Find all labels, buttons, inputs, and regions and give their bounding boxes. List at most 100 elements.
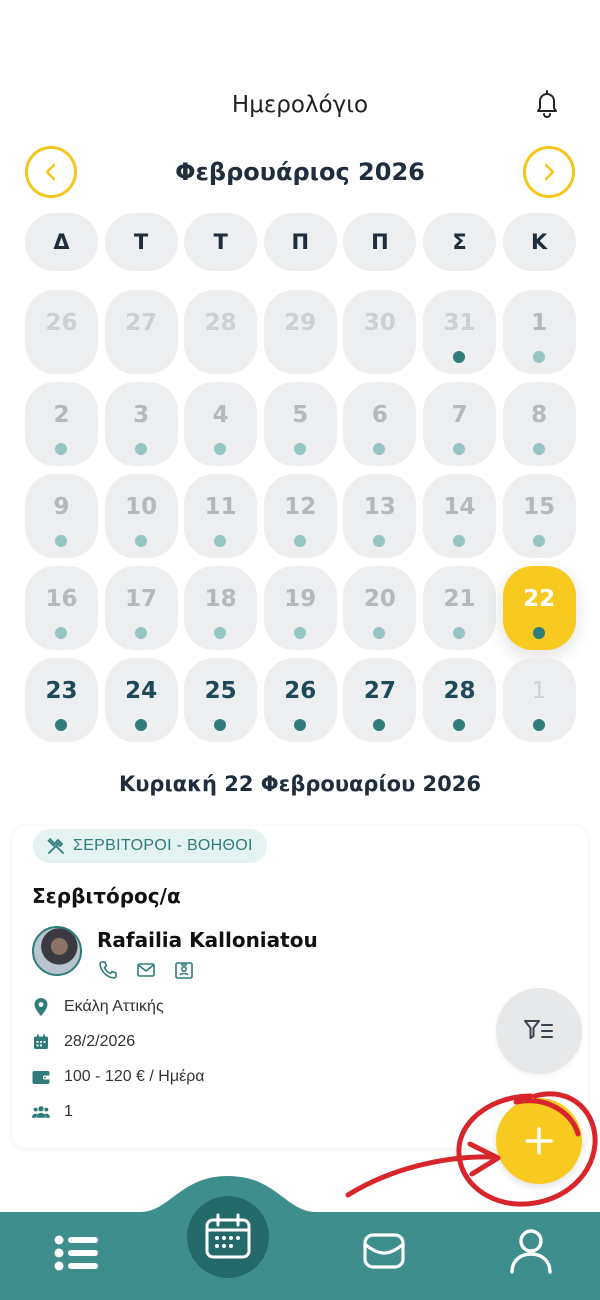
calendar-day[interactable]: 8	[502, 382, 576, 466]
users-icon	[32, 1106, 50, 1118]
calendar-day[interactable]: 28	[423, 658, 496, 742]
filter-button[interactable]	[496, 988, 582, 1074]
calendar-day[interactable]: 10	[104, 474, 178, 558]
day-number: 6	[371, 402, 388, 428]
day-number: 26	[45, 310, 78, 336]
calendar-day[interactable]: 15	[502, 474, 576, 558]
event-dot	[453, 719, 465, 731]
event-dot	[373, 443, 386, 455]
event-dot	[453, 443, 465, 455]
id-card-icon[interactable]	[174, 960, 194, 980]
location-row: Εκάλη Αττικής	[32, 996, 164, 1018]
calendar-day[interactable]: 1	[502, 658, 576, 742]
calendar-day[interactable]: 20	[343, 566, 417, 650]
calendar-day[interactable]: 30	[343, 290, 417, 374]
day-number: 23	[45, 678, 78, 704]
calendar-day[interactable]: 2	[25, 382, 98, 466]
calendar-day[interactable]: 16	[25, 566, 98, 650]
calendar-day[interactable]: 7	[423, 382, 496, 466]
calendar-day[interactable]: 21	[423, 566, 496, 650]
calendar-day[interactable]: 31	[423, 290, 496, 374]
event-dot	[55, 535, 67, 547]
day-number: 14	[443, 494, 476, 520]
day-number: 16	[45, 586, 78, 612]
calendar-day[interactable]: 13	[343, 474, 417, 558]
calendar-day[interactable]: 27	[104, 290, 178, 374]
event-dot	[55, 443, 67, 455]
calendar-day[interactable]: 29	[263, 290, 337, 374]
day-number: 4	[212, 402, 229, 428]
calendar-day[interactable]: 4	[184, 382, 258, 466]
day-number: 10	[125, 494, 158, 520]
calendar-day[interactable]: 28	[184, 290, 258, 374]
event-dot	[134, 627, 147, 639]
calendar-day[interactable]: 19	[263, 566, 337, 650]
calendar-day[interactable]: 27	[343, 658, 417, 742]
calendar-day-selected[interactable]: 22	[502, 566, 576, 650]
day-number: 13	[363, 494, 396, 520]
positions-row: 1	[32, 1101, 73, 1123]
day-number: 18	[204, 586, 237, 612]
calendar-day[interactable]: 1	[502, 290, 576, 374]
weekday-label: Π	[343, 213, 417, 271]
weekday-label: Π	[263, 213, 337, 271]
event-dot	[134, 535, 147, 547]
calendar-day[interactable]: 14	[423, 474, 496, 558]
calendar-day[interactable]: 6	[343, 382, 417, 466]
chevron-right-icon	[544, 163, 555, 181]
utensils-icon	[47, 838, 64, 854]
day-number: 27	[363, 678, 396, 704]
weekday-label: Κ	[502, 213, 576, 271]
calendar-day[interactable]: 23	[25, 658, 98, 742]
nav-profile-button[interactable]	[504, 1224, 558, 1278]
day-number: 31	[443, 310, 476, 336]
phone-icon[interactable]	[98, 960, 118, 980]
nav-calendar-button[interactable]	[187, 1196, 269, 1278]
job-title: Σερβιτόρος/α	[32, 884, 181, 908]
event-dot	[214, 627, 227, 639]
calendar-day[interactable]: 12	[263, 474, 337, 558]
contact-actions	[98, 960, 194, 980]
day-number: 15	[523, 494, 556, 520]
day-number: 30	[363, 310, 396, 336]
day-number: 21	[443, 586, 476, 612]
calendar-day[interactable]: 25	[184, 658, 258, 742]
day-number: 17	[125, 586, 158, 612]
next-month-button[interactable]	[523, 146, 575, 198]
calendar-day[interactable]: 9	[25, 474, 98, 558]
month-title: Φεβρουάριος 2026	[175, 158, 425, 186]
mail-icon[interactable]	[136, 960, 156, 980]
event-dot	[293, 535, 306, 547]
day-number: 3	[133, 402, 150, 428]
add-button[interactable]	[496, 1098, 582, 1184]
event-dot	[293, 719, 306, 731]
bell-icon[interactable]	[534, 88, 560, 118]
calendar-day[interactable]: 26	[263, 658, 337, 742]
positions-text: 1	[64, 1103, 73, 1120]
event-dot	[373, 719, 386, 731]
calendar-day[interactable]: 11	[184, 474, 258, 558]
weekday-header: Δ Τ Τ Π Π Σ Κ	[25, 213, 576, 271]
day-number: 25	[204, 678, 237, 704]
calendar-day[interactable]: 24	[104, 658, 178, 742]
day-number: 27	[125, 310, 158, 336]
calendar-day[interactable]: 18	[184, 566, 258, 650]
event-dot	[214, 535, 227, 547]
calendar-grid: 26 27 28 29 30 31 1 2 3 4 5 6 7 8 9 10 11 12 13 14 15 16 17 18 1…	[25, 290, 576, 742]
page-title: Ημερολόγιο	[231, 92, 369, 118]
calendar-day[interactable]: 17	[104, 566, 178, 650]
event-dot	[55, 627, 67, 639]
day-number: 20	[363, 586, 396, 612]
nav-list-button[interactable]	[52, 1228, 102, 1278]
day-number: 7	[451, 402, 468, 428]
calendar-day[interactable]: 26	[25, 290, 98, 374]
day-number: 28	[443, 678, 476, 704]
day-number: 26	[284, 678, 317, 704]
event-dot	[453, 351, 465, 363]
nav-messages-button[interactable]	[358, 1226, 410, 1276]
job-card[interactable]: ΣΕΡΒΙΤΟΡΟΙ - ΒΟΗΘΟΙ Σερβιτόρος/α Rafaili…	[12, 826, 588, 1148]
day-number: 19	[284, 586, 317, 612]
pay-row: 100 - 120 € / Ημέρα	[32, 1066, 205, 1088]
calendar-day[interactable]: 5	[263, 382, 337, 466]
calendar-day[interactable]: 3	[104, 382, 178, 466]
